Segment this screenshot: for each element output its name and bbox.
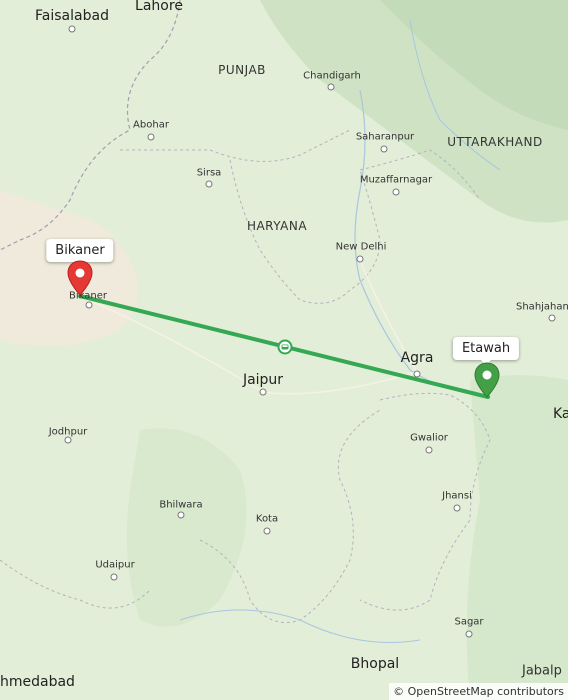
city-label-agra: Agra — [400, 350, 434, 366]
city-label-saharanpur: Saharanpur — [355, 131, 415, 143]
origin-pin-icon[interactable] — [67, 260, 93, 300]
city-dot-faisalabad — [68, 25, 76, 33]
city-label-jaipur: Jaipur — [242, 372, 284, 388]
city-dot-udaipur — [110, 573, 118, 581]
city-label-bhopal: Bhopal — [350, 656, 400, 672]
city-label-sagar: Sagar — [454, 616, 484, 628]
city-label-sirsa: Sirsa — [196, 167, 222, 179]
map-view[interactable]: PUNJAB HARYANA UTTARAKHAND Lahore Faisal… — [0, 0, 568, 700]
city-label-kota: Kota — [255, 513, 279, 525]
city-label-jhansi: Jhansi — [442, 490, 472, 502]
city-dot-agra — [413, 370, 421, 378]
city-label-chandigarh: Chandigarh — [303, 70, 361, 82]
city-label-new-delhi: New Delhi — [335, 241, 387, 253]
city-dot-saharanpur — [380, 145, 388, 153]
city-dot-chandigarh — [327, 83, 335, 91]
city-label-faisalabad: Faisalabad — [35, 8, 109, 24]
destination-pin-icon[interactable] — [474, 362, 500, 402]
city-label-kanpur: Ka — [553, 406, 568, 422]
destination-callout: Etawah — [452, 337, 520, 365]
city-dot-jodhpur — [64, 436, 72, 444]
region-label-punjab: PUNJAB — [218, 63, 266, 77]
city-label-gwalior: Gwalior — [410, 432, 448, 444]
city-dot-sagar — [465, 630, 473, 638]
city-dot-abohar — [147, 133, 155, 141]
city-label-udaipur: Udaipur — [95, 559, 135, 571]
city-label-lahore: Lahore — [135, 0, 183, 14]
origin-callout: Bikaner — [46, 239, 114, 267]
city-dot-muzaffarnagar — [392, 188, 400, 196]
city-label-ahmedabad: hmedabad — [0, 674, 75, 690]
city-dot-bikaner — [85, 301, 93, 309]
city-dot-bhilwara — [177, 511, 185, 519]
car-icon[interactable] — [277, 339, 293, 359]
city-dot-shahjahanpur — [548, 314, 556, 322]
city-label-jabalpur: Jabalp — [522, 663, 562, 679]
city-label-abohar: Abohar — [133, 119, 169, 131]
city-label-muzaffarnagar: Muzaffarnagar — [359, 174, 433, 186]
map-attribution[interactable]: © OpenStreetMap contributors — [389, 683, 568, 700]
city-dot-kota — [263, 527, 271, 535]
city-dot-jaipur — [259, 388, 267, 396]
region-label-uttarakhand: UTTARAKHAND — [447, 135, 543, 149]
region-label-haryana: HARYANA — [246, 219, 308, 233]
city-dot-sirsa — [205, 180, 213, 188]
city-label-bhilwara: Bhilwara — [159, 499, 203, 511]
city-label-shahjahanpur: Shahjahan — [516, 301, 568, 313]
city-dot-gwalior — [425, 446, 433, 454]
city-dot-new-delhi — [356, 255, 364, 263]
city-dot-jhansi — [453, 504, 461, 512]
